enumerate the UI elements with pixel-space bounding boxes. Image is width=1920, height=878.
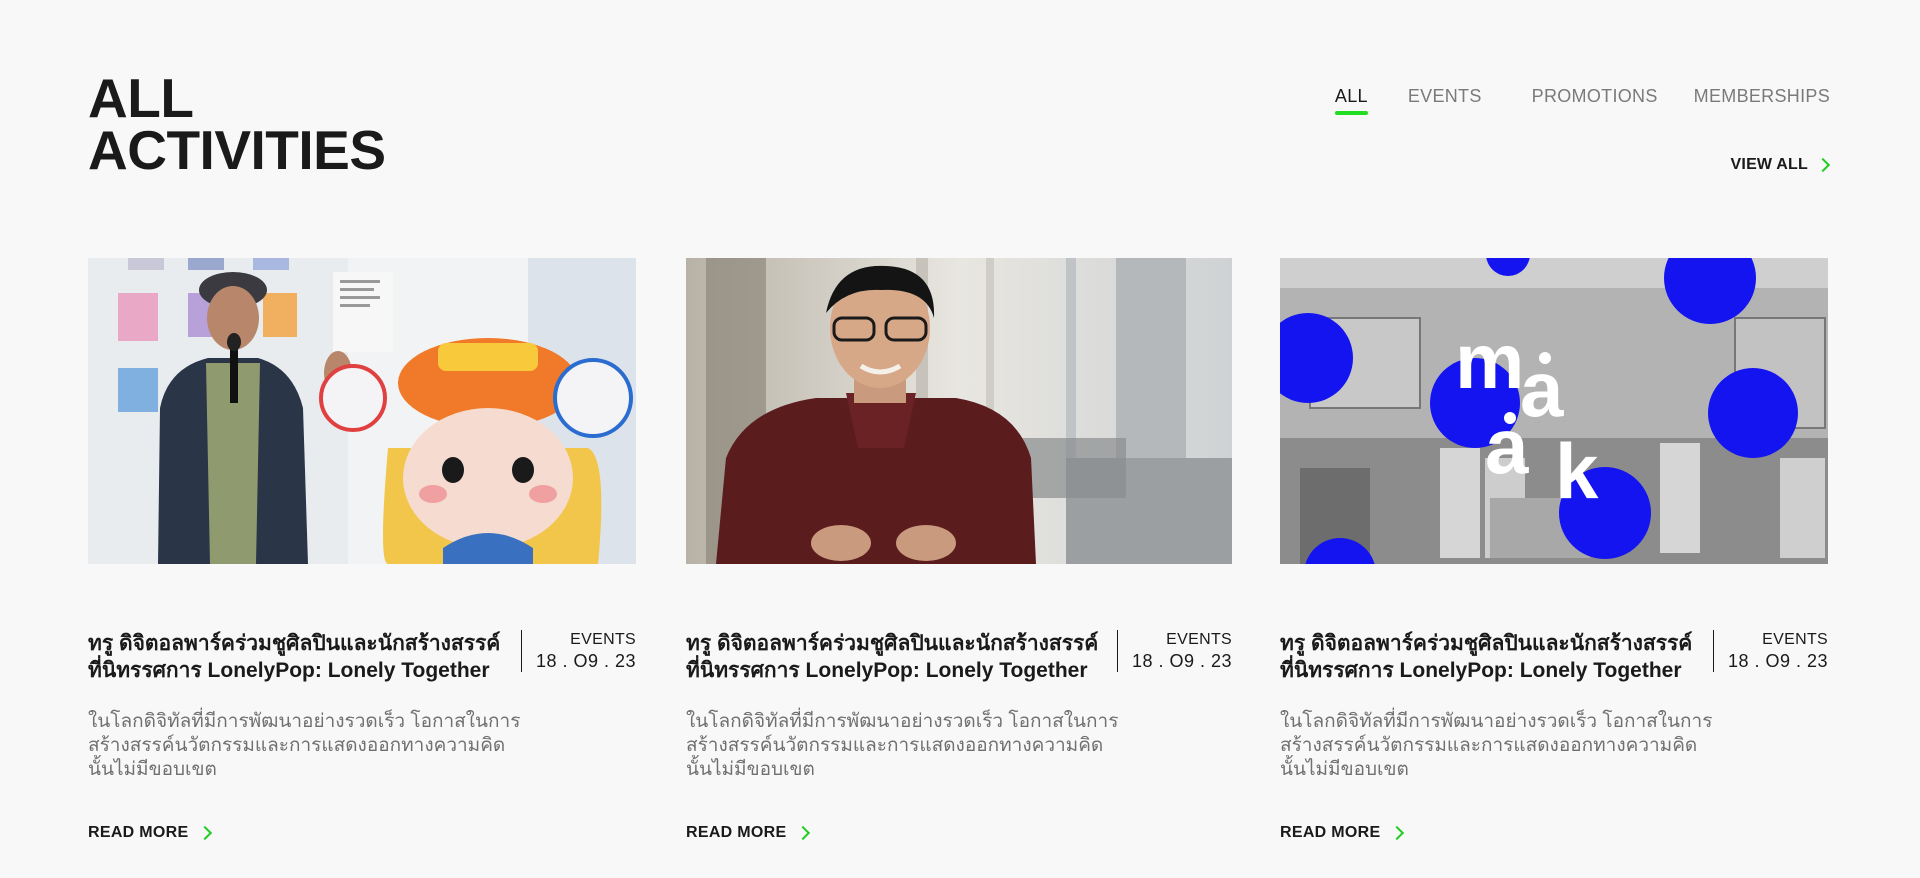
card-title[interactable]: ทรู ดิจิตอลพาร์คร่วมชูศิลปินและนักสร้างส… bbox=[88, 630, 516, 684]
read-more-link[interactable]: READ MORE bbox=[1280, 824, 1405, 842]
category-badge: EVENTS bbox=[1166, 631, 1232, 648]
card-title[interactable]: ทรู ดิจิตอลพาร์คร่วมชูศิลปินและนักสร้างส… bbox=[1280, 630, 1708, 684]
card-title[interactable]: ทรู ดิจิตอลพาร์คร่วมชูศิลปินและนักสร้างส… bbox=[686, 630, 1114, 684]
card-tag-block: EVENTS 18 . O9 . 23 bbox=[1116, 630, 1232, 672]
card-meta: ทรู ดิจิตอลพาร์คร่วมชูศิลปินและนักสร้างส… bbox=[686, 630, 1232, 684]
read-more-label: READ MORE bbox=[1280, 824, 1381, 841]
card-meta: ทรู ดิจิตอลพาร์คร่วมชูศิลปินและนักสร้างส… bbox=[1280, 630, 1828, 684]
page-title: ALL ACTIVITIES bbox=[88, 67, 386, 181]
chevron-right-icon bbox=[1815, 157, 1831, 173]
chevron-right-icon bbox=[1390, 825, 1405, 841]
card-image[interactable] bbox=[88, 258, 636, 564]
card-image[interactable]: m a a k bbox=[1280, 258, 1828, 564]
activity-card: ทรู ดิจิตอลพาร์คร่วมชูศิลปินและนักสร้างส… bbox=[88, 258, 636, 841]
tab-promotions[interactable]: PROMOTIONS bbox=[1532, 86, 1658, 115]
activity-card: m a a k ทรู ดิจิตอลพาร์คร่วมชูศิลปินและน… bbox=[1280, 258, 1828, 841]
category-tabs: ALL EVENTS PROMOTIONS MEMBERSHIPS bbox=[1334, 86, 1830, 115]
artist-with-figure-photo bbox=[88, 258, 636, 564]
card-tag-block: EVENTS 18 . O9 . 23 bbox=[1712, 630, 1828, 672]
read-more-link[interactable]: READ MORE bbox=[88, 824, 213, 842]
category-badge: EVENTS bbox=[570, 631, 636, 648]
chevron-right-icon bbox=[198, 825, 213, 841]
svg-text:m: m bbox=[1455, 317, 1524, 405]
makerspace-blue-dots-photo: m a a k bbox=[1280, 258, 1828, 564]
category-badge: EVENTS bbox=[1762, 631, 1828, 648]
activities-page: ALL ACTIVITIES ALL EVENTS PROMOTIONS MEM… bbox=[0, 0, 1920, 878]
svg-text:k: k bbox=[1555, 427, 1599, 515]
card-date: 18 . O9 . 23 bbox=[1131, 651, 1232, 671]
card-date: 18 . O9 . 23 bbox=[1727, 651, 1828, 671]
read-more-label: READ MORE bbox=[686, 824, 787, 841]
card-image[interactable] bbox=[686, 258, 1232, 564]
card-tag-block: EVENTS 18 . O9 . 23 bbox=[520, 630, 636, 672]
card-description: ในโลกดิจิทัลที่มีการพัฒนาอย่างรวดเร็ว โอ… bbox=[1280, 711, 1713, 780]
tab-events[interactable]: EVENTS bbox=[1408, 86, 1482, 115]
page-title-line-2: ACTIVITIES bbox=[88, 119, 386, 181]
card-description: ในโลกดิจิทัลที่มีการพัฒนาอย่างรวดเร็ว โอ… bbox=[88, 711, 521, 780]
chevron-right-icon bbox=[796, 825, 811, 841]
card-description: ในโลกดิจิทัลที่มีการพัฒนาอย่างรวดเร็ว โอ… bbox=[686, 711, 1119, 780]
card-date: 18 . O9 . 23 bbox=[535, 651, 636, 671]
read-more-label: READ MORE bbox=[88, 824, 189, 841]
tab-memberships[interactable]: MEMBERSHIPS bbox=[1694, 86, 1830, 115]
view-all-link[interactable]: VIEW ALL bbox=[1730, 156, 1831, 174]
tab-all[interactable]: ALL bbox=[1334, 86, 1368, 115]
view-all-label: VIEW ALL bbox=[1730, 156, 1808, 173]
man-interview-photo bbox=[686, 258, 1232, 564]
read-more-link[interactable]: READ MORE bbox=[686, 824, 811, 842]
page-title-line-1: ALL bbox=[88, 67, 194, 129]
activity-card: ทรู ดิจิตอลพาร์คร่วมชูศิลปินและนักสร้างส… bbox=[686, 258, 1232, 841]
card-meta: ทรู ดิจิตอลพาร์คร่วมชูศิลปินและนักสร้างส… bbox=[88, 630, 636, 684]
